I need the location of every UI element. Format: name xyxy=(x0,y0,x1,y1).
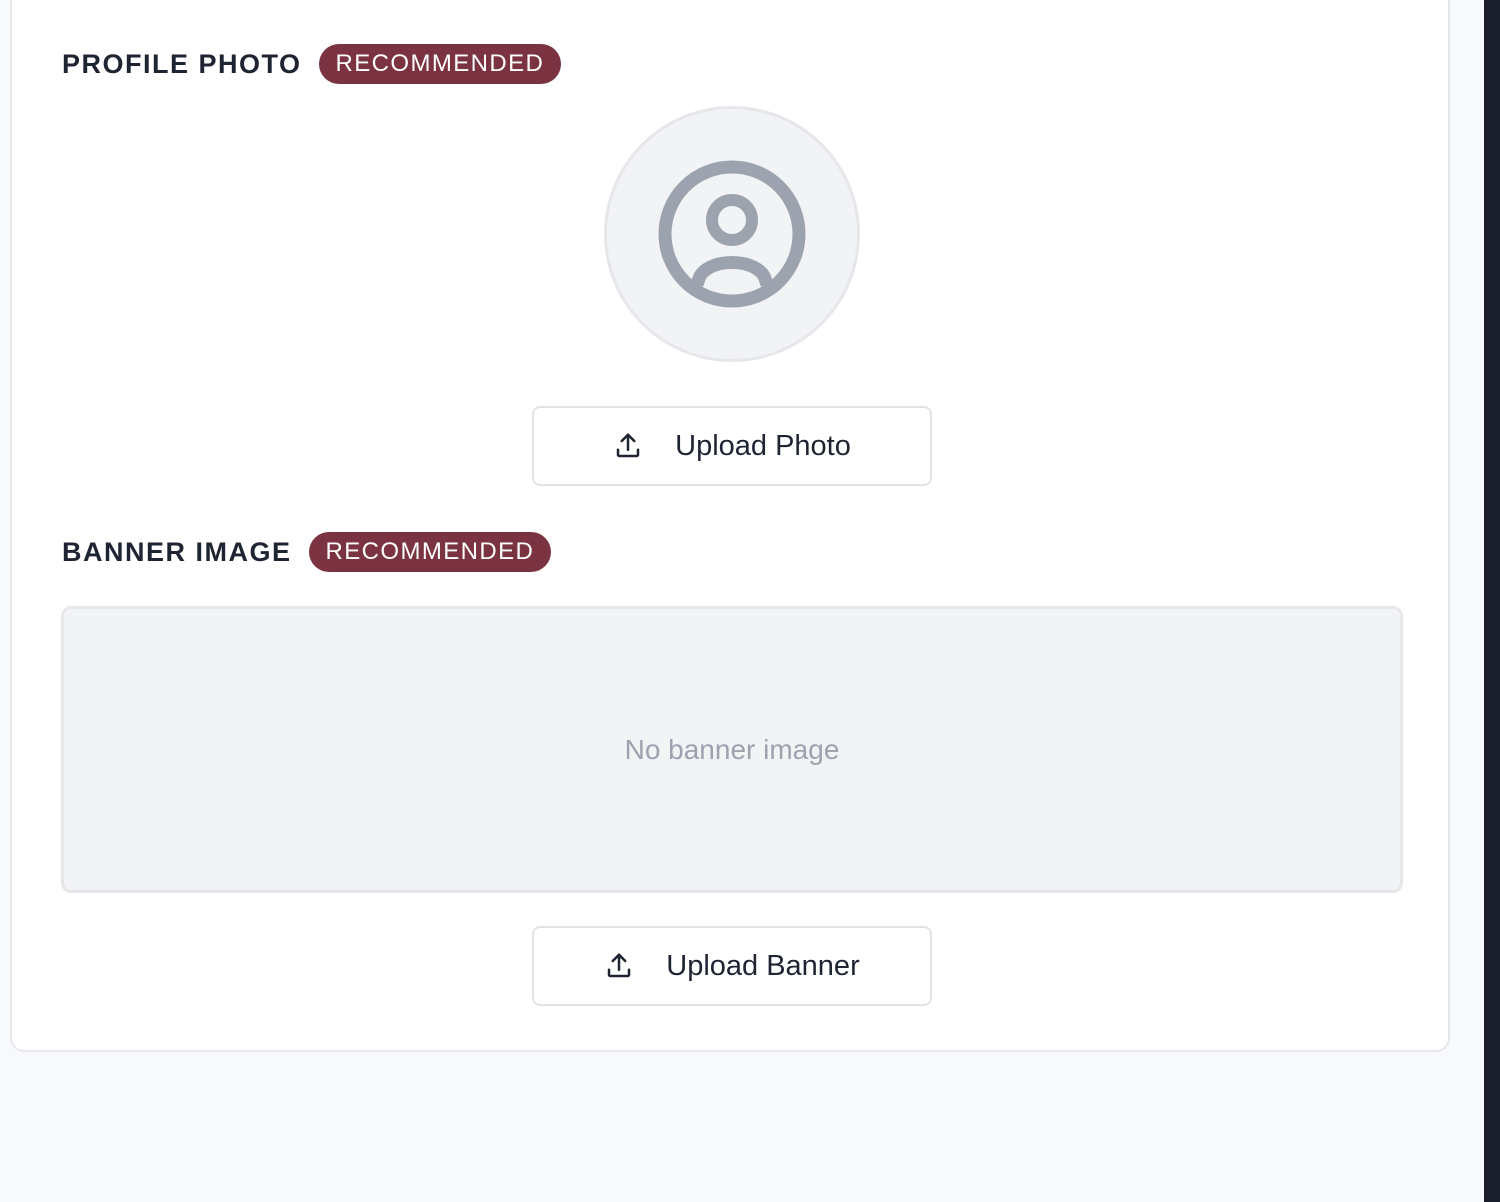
profile-photo-header: PROFILE PHOTO RECOMMENDED xyxy=(62,44,562,84)
banner-image-recommended-badge: RECOMMENDED xyxy=(308,532,552,572)
banner-placeholder-text: No banner image xyxy=(624,733,840,765)
window-edge xyxy=(1484,0,1500,1202)
upload-banner-label: Upload Banner xyxy=(666,949,860,982)
upload-photo-button[interactable]: Upload Photo xyxy=(532,406,932,486)
banner-image-header: BANNER IMAGE RECOMMENDED xyxy=(62,532,552,572)
banner-preview: No banner image xyxy=(61,606,1403,893)
profile-photo-recommended-badge: RECOMMENDED xyxy=(318,44,562,84)
media-settings-card: PROFILE PHOTO RECOMMENDED Upload Photo B… xyxy=(10,0,1450,1052)
upload-icon xyxy=(608,953,631,978)
user-circle-icon xyxy=(658,160,806,308)
upload-icon xyxy=(616,433,640,458)
upload-photo-label: Upload Photo xyxy=(675,429,851,462)
profile-avatar xyxy=(604,106,860,362)
banner-image-title: BANNER IMAGE xyxy=(62,536,292,567)
upload-banner-button[interactable]: Upload Banner xyxy=(532,926,932,1006)
profile-photo-title: PROFILE PHOTO xyxy=(62,48,302,79)
